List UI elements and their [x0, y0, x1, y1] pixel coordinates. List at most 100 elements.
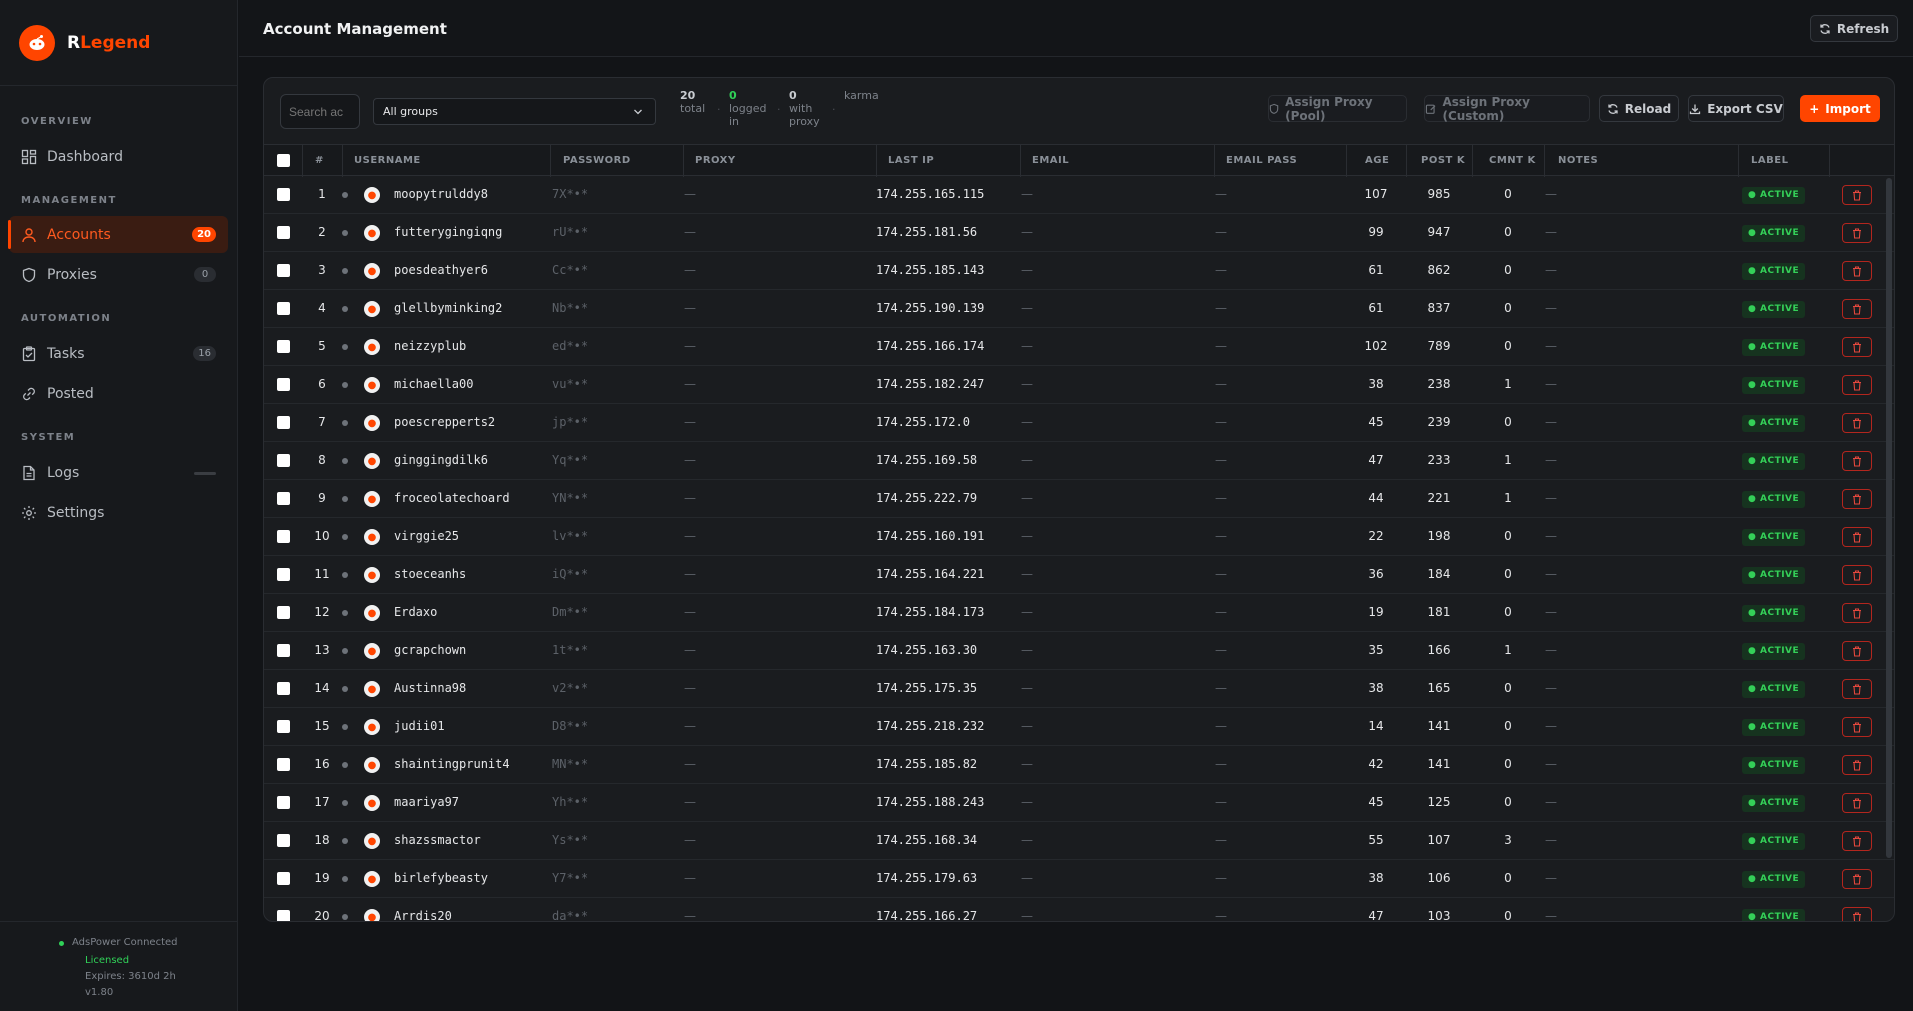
refresh-button[interactable]: Refresh [1810, 15, 1898, 42]
col-proxy[interactable]: PROXY [695, 155, 736, 166]
password[interactable]: jp*•* [552, 415, 588, 429]
username[interactable]: Arrdis20 [394, 909, 452, 921]
notes[interactable]: — [1545, 605, 1557, 619]
delete-button[interactable] [1842, 565, 1872, 585]
sidebar-item-dashboard[interactable]: Dashboard [9, 138, 228, 175]
col-comment-karma[interactable]: CMNT K [1489, 155, 1536, 166]
import-button[interactable]: + Import [1800, 95, 1880, 122]
password[interactable]: Cc*•* [552, 263, 588, 277]
password[interactable]: Nb*•* [552, 301, 588, 315]
delete-button[interactable] [1842, 223, 1872, 243]
row-checkbox[interactable] [277, 492, 290, 505]
row-checkbox[interactable] [277, 264, 290, 277]
reload-button[interactable]: Reload [1599, 95, 1679, 122]
delete-button[interactable] [1842, 793, 1872, 813]
notes[interactable]: — [1545, 567, 1557, 581]
password[interactable]: vu*•* [552, 377, 588, 391]
col-age[interactable]: AGE [1365, 155, 1389, 166]
password[interactable]: Y7*•* [552, 871, 588, 885]
notes[interactable]: — [1545, 187, 1557, 201]
assign-proxy-pool-button[interactable]: Assign Proxy (Pool) [1268, 95, 1407, 123]
col-password[interactable]: PASSWORD [563, 155, 631, 166]
notes[interactable]: — [1545, 453, 1557, 467]
notes[interactable]: — [1545, 757, 1557, 771]
password[interactable]: Yh*•* [552, 795, 588, 809]
password[interactable]: MN*•* [552, 757, 588, 771]
row-checkbox[interactable] [277, 758, 290, 771]
table-row[interactable]: 14 ● Austinna98 v2*•* — 174.255.175.35 — — 38 165… [264, 670, 1894, 708]
table-row[interactable]: 20 ● Arrdis20 da*•* — 174.255.166.27 — — 47 103 0 —… [264, 898, 1894, 921]
table-row[interactable]: 19 ● birlefybeasty Y7*•* — 174.255.179.63 — — 38… [264, 860, 1894, 898]
row-checkbox[interactable] [277, 302, 290, 315]
table-row[interactable]: 11 ● stoeceanhs iQ*•* — 174.255.164.221 — — 36 18… [264, 556, 1894, 594]
row-checkbox[interactable] [277, 606, 290, 619]
notes[interactable]: — [1545, 377, 1557, 391]
password[interactable]: Yq*•* [552, 453, 588, 467]
notes[interactable]: — [1545, 225, 1557, 239]
delete-button[interactable] [1842, 907, 1872, 921]
notes[interactable]: — [1545, 795, 1557, 809]
sidebar-item-logs[interactable]: Logs [9, 454, 228, 491]
row-checkbox[interactable] [277, 454, 290, 467]
delete-button[interactable] [1842, 185, 1872, 205]
table-row[interactable]: 12 ● Erdaxo Dm*•* — 174.255.184.173 — — 19 181 0 — ●… [264, 594, 1894, 632]
table-scrollbar[interactable] [1886, 178, 1892, 858]
notes[interactable]: — [1545, 643, 1557, 657]
table-row[interactable]: 4 ● glellbyminking2 Nb*•* — 174.255.190.139 — —… [264, 290, 1894, 328]
username[interactable]: stoeceanhs [394, 567, 466, 581]
row-checkbox[interactable] [277, 568, 290, 581]
delete-button[interactable] [1842, 299, 1872, 319]
table-row[interactable]: 5 ● neizzyplub ed*•* — 174.255.166.174 — — 102 78… [264, 328, 1894, 366]
row-checkbox[interactable] [277, 682, 290, 695]
row-checkbox[interactable] [277, 910, 290, 921]
col-last-ip[interactable]: LAST IP [888, 155, 934, 166]
sidebar-item-posted[interactable]: Posted [9, 375, 228, 412]
delete-button[interactable] [1842, 489, 1872, 509]
username[interactable]: gcrapchown [394, 643, 466, 657]
notes[interactable]: — [1545, 871, 1557, 885]
password[interactable]: iQ*•* [552, 567, 588, 581]
row-checkbox[interactable] [277, 530, 290, 543]
group-select[interactable]: All groups [373, 98, 656, 125]
row-checkbox[interactable] [277, 188, 290, 201]
password[interactable]: Ys*•* [552, 833, 588, 847]
password[interactable]: rU*•* [552, 225, 588, 239]
notes[interactable]: — [1545, 909, 1557, 921]
username[interactable]: birlefybeasty [394, 871, 488, 885]
delete-button[interactable] [1842, 451, 1872, 471]
col-notes[interactable]: NOTES [1558, 155, 1598, 166]
col-number[interactable]: # [315, 155, 324, 166]
delete-button[interactable] [1842, 527, 1872, 547]
delete-button[interactable] [1842, 413, 1872, 433]
username[interactable]: moopytrulddy8 [394, 187, 488, 201]
notes[interactable]: — [1545, 415, 1557, 429]
username[interactable]: neizzyplub [394, 339, 466, 353]
table-row[interactable]: 3 ● poesdeathyer6 Cc*•* — 174.255.185.143 — — 61… [264, 252, 1894, 290]
username[interactable]: futterygingiqng [394, 225, 502, 239]
username[interactable]: shazssmactor [394, 833, 481, 847]
sidebar-item-settings[interactable]: Settings [9, 494, 228, 531]
table-row[interactable]: 10 ● virggie25 lv*•* — 174.255.160.191 — — 22 198… [264, 518, 1894, 556]
username[interactable]: maariya97 [394, 795, 459, 809]
username[interactable]: virggie25 [394, 529, 459, 543]
delete-button[interactable] [1842, 755, 1872, 775]
table-row[interactable]: 15 ● judii01 D8*•* — 174.255.218.232 — — 14 141 0 —… [264, 708, 1894, 746]
sidebar-item-accounts[interactable]: Accounts 20 [8, 216, 228, 253]
sidebar-item-tasks[interactable]: Tasks 16 [9, 335, 228, 372]
row-checkbox[interactable] [277, 644, 290, 657]
select-all-checkbox[interactable] [277, 154, 290, 167]
password[interactable]: Dm*•* [552, 605, 588, 619]
table-row[interactable]: 9 ● froceolatechoard YN*•* — 174.255.222.79 — —… [264, 480, 1894, 518]
username[interactable]: judii01 [394, 719, 445, 733]
search-input[interactable] [280, 94, 360, 129]
username[interactable]: Erdaxo [394, 605, 437, 619]
row-checkbox[interactable] [277, 416, 290, 429]
notes[interactable]: — [1545, 339, 1557, 353]
table-row[interactable]: 7 ● poescrepperts2 jp*•* — 174.255.172.0 — — 45 2… [264, 404, 1894, 442]
notes[interactable]: — [1545, 491, 1557, 505]
table-row[interactable]: 1 ● moopytrulddy8 7X*•* — 174.255.165.115 — — 10… [264, 176, 1894, 214]
row-checkbox[interactable] [277, 378, 290, 391]
delete-button[interactable] [1842, 831, 1872, 851]
password[interactable]: da*•* [552, 909, 588, 921]
col-email[interactable]: EMAIL [1032, 155, 1069, 166]
